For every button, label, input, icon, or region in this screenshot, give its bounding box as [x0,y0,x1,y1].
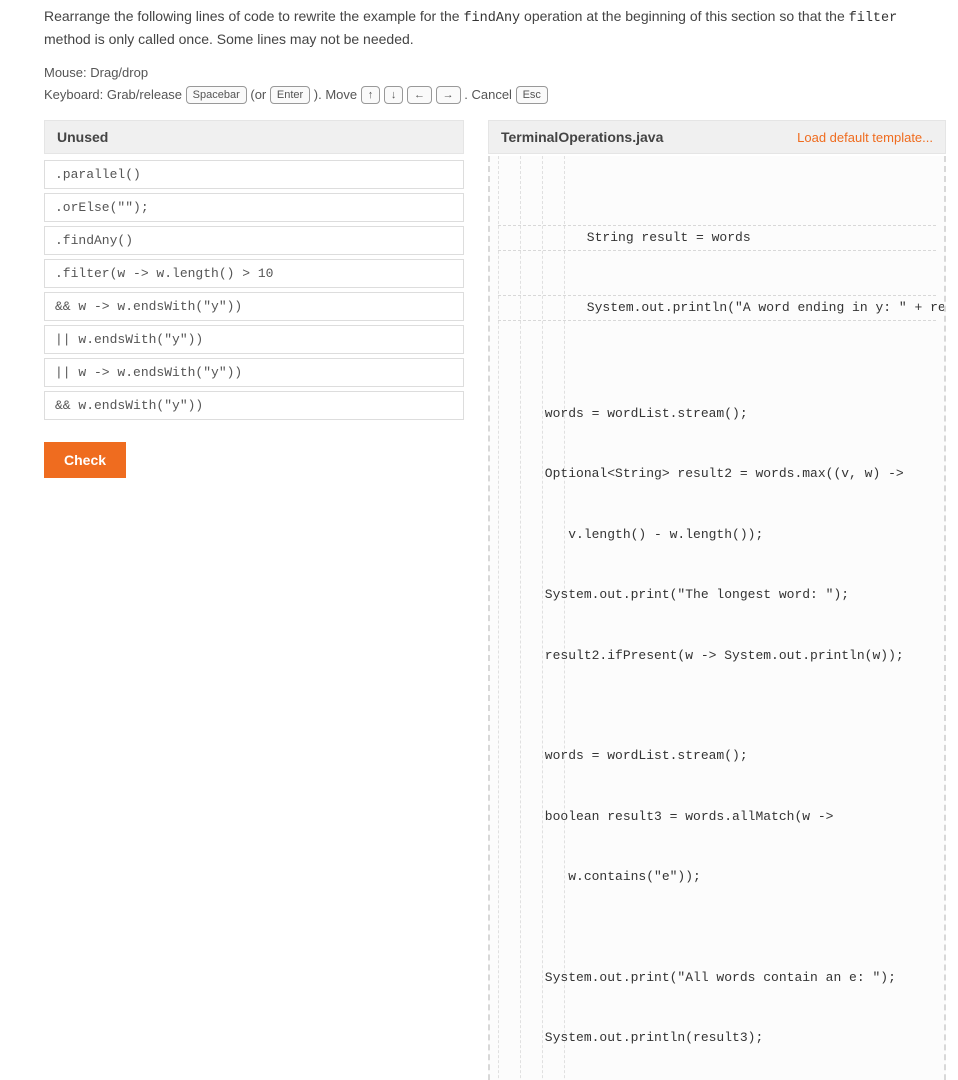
code-line[interactable]: System.out.println("A word ending in y: … [498,295,936,321]
hint-kb-prefix: Keyboard: Grab/release [44,87,186,102]
check-button[interactable]: Check [44,442,126,478]
code-tile[interactable]: && w -> w.endsWith("y")) [44,292,464,321]
key-left: ← [407,86,432,104]
code-tile[interactable]: .findAny() [44,226,464,255]
code-tile[interactable]: || w -> w.endsWith("y")) [44,358,464,387]
code-line: System.out.println(result3); [498,1028,936,1048]
code-tile[interactable]: .filter(w -> w.length() > 10 [44,259,464,288]
hint-keyboard: Keyboard: Grab/release Spacebar (or Ente… [44,84,946,106]
code-line: words = wordList.stream(); [498,404,936,424]
hint-kb-move: ). Move [314,87,361,102]
hint-kb-or: (or [250,87,270,102]
code-tile[interactable]: .parallel() [44,160,464,189]
code-line: v.length() - w.length()); [498,525,936,545]
instr-code-filter: filter [849,11,898,26]
key-right: → [436,86,461,104]
code-tile[interactable]: .orElse(""); [44,193,464,222]
instr-code-findany: findAny [463,11,520,26]
unused-tile-list[interactable]: .parallel() .orElse(""); .findAny() .fil… [44,160,464,420]
hint-kb-cancel: . Cancel [464,87,515,102]
instr-pre: Rearrange the following lines of code to… [44,8,463,24]
keyboard-hints: Mouse: Drag/drop Keyboard: Grab/release … [44,62,946,106]
code-file-header: TerminalOperations.java Load default tem… [488,120,946,154]
key-enter: Enter [270,86,310,104]
key-esc: Esc [516,86,548,104]
code-tile[interactable]: && w.endsWith("y")) [44,391,464,420]
load-default-template-link[interactable]: Load default template... [797,130,933,145]
instructions-text: Rearrange the following lines of code to… [44,6,946,50]
instr-mid: operation at the beginning of this secti… [520,8,848,24]
code-line: System.out.print("All words contain an e… [498,968,936,988]
code-line: boolean result3 = words.allMatch(w -> [498,807,936,827]
key-spacebar: Spacebar [186,86,247,104]
key-up: ↑ [361,86,381,104]
code-line: w.contains("e")); [498,867,936,887]
key-down: ↓ [384,86,404,104]
unused-header-label: Unused [57,129,108,145]
code-file-name: TerminalOperations.java [501,129,663,145]
code-line: result2.ifPresent(w -> System.out.printl… [498,646,936,666]
hint-mouse: Mouse: Drag/drop [44,62,946,84]
code-line: System.out.print("The longest word: "); [498,585,936,605]
unused-header: Unused [44,120,464,154]
code-tile[interactable]: || w.endsWith("y")) [44,325,464,354]
code-line[interactable]: String result = words [498,225,936,251]
code-drop-panel[interactable]: String result = words System.out.println… [488,156,946,1080]
instr-post: method is only called once. Some lines m… [44,31,414,47]
code-line: words = wordList.stream(); [498,746,936,766]
code-line: Optional<String> result2 = words.max((v,… [498,464,936,484]
